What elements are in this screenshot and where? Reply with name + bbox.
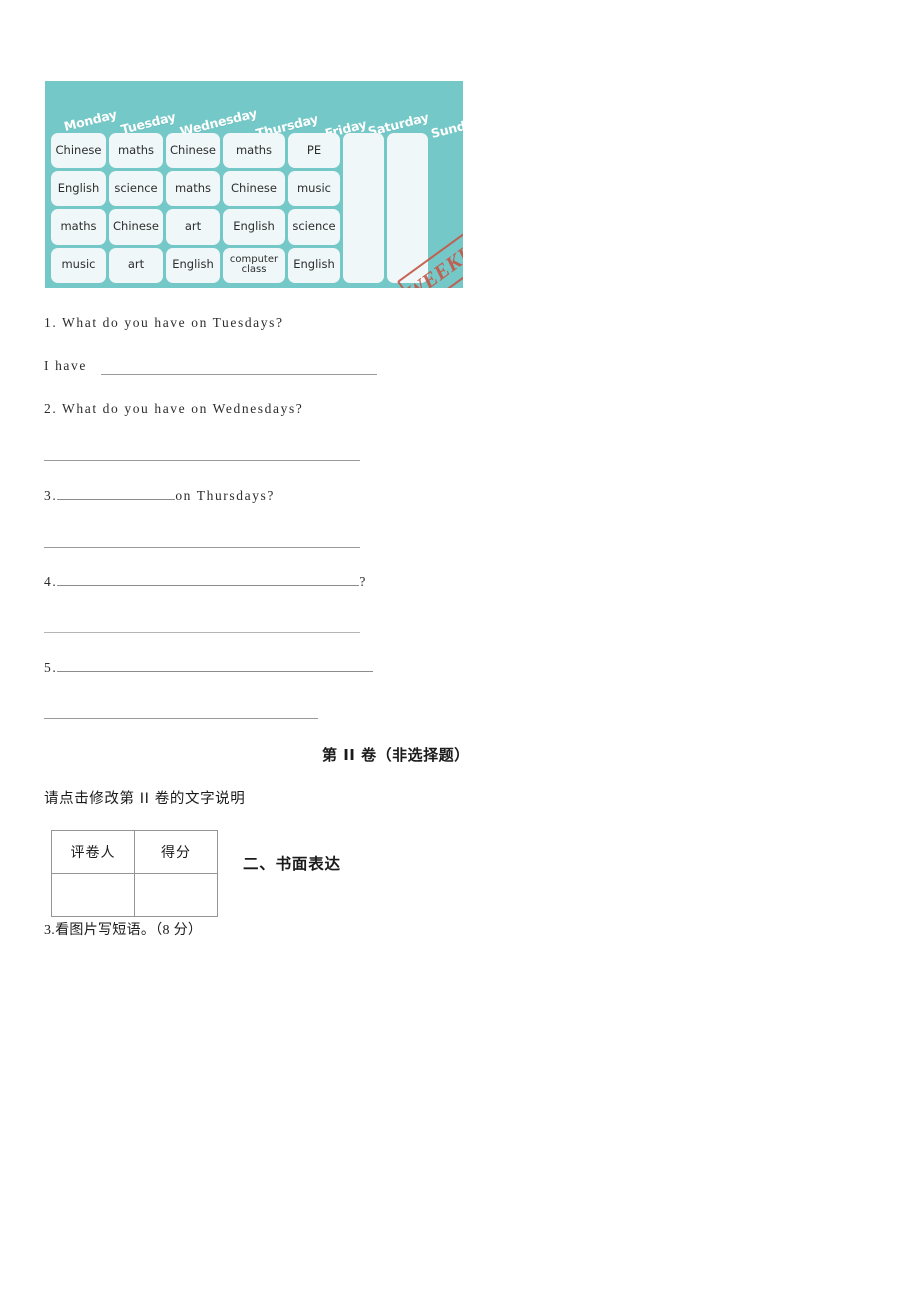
answer-line-3[interactable] bbox=[44, 547, 360, 548]
answer-line-1[interactable] bbox=[101, 374, 377, 375]
question-1-text: 1. What do you have on Tuesdays? bbox=[44, 315, 284, 330]
timetable-cell: science bbox=[109, 171, 163, 207]
table-row: 评卷人 得分 bbox=[51, 830, 218, 874]
table-row bbox=[51, 873, 218, 917]
timetable-column-wednesday: Chinese maths art English bbox=[166, 133, 220, 283]
question-4-number: 4. bbox=[44, 574, 58, 589]
timetable-cell: music bbox=[288, 171, 340, 207]
timetable-column-friday: PE music science English bbox=[288, 133, 340, 283]
timetable-cell: Chinese bbox=[166, 133, 220, 169]
final-prompt-text: 3.看图片写短语。（8 分） bbox=[44, 923, 203, 938]
timetable-cell: maths bbox=[223, 133, 285, 169]
timetable-cell: English bbox=[288, 247, 340, 283]
grading-table: 评卷人 得分 bbox=[51, 830, 218, 917]
question-5-number: 5. bbox=[44, 660, 58, 675]
timetable-cell: English bbox=[166, 247, 220, 283]
question-3-blank[interactable] bbox=[57, 499, 176, 500]
question-2-text: 2. What do you have on Wednesdays? bbox=[44, 401, 304, 416]
day-label-monday: Monday bbox=[62, 106, 119, 134]
timetable-cell: Chinese bbox=[109, 209, 163, 245]
timetable-column-saturday bbox=[343, 133, 384, 283]
question-5-text: 5. bbox=[44, 660, 374, 676]
timetable-column-tuesday: maths science Chinese art bbox=[109, 133, 163, 283]
question-3-text: 3. on Thursdays? bbox=[44, 488, 275, 504]
section-title-written-expression: 二、书面表达 bbox=[243, 855, 341, 873]
grading-value-reviewer[interactable] bbox=[51, 873, 135, 917]
timetable-cell: computer class bbox=[223, 247, 285, 283]
question-1-answer-prefix: I have bbox=[44, 358, 87, 373]
timetable-cell: PE bbox=[288, 133, 340, 169]
answer-line-5[interactable] bbox=[44, 718, 318, 719]
timetable-cell-empty bbox=[343, 133, 384, 283]
timetable-cell: maths bbox=[166, 171, 220, 207]
timetable-cell: science bbox=[288, 209, 340, 245]
timetable-column-monday: Chinese English maths music bbox=[51, 133, 106, 283]
grading-header-reviewer: 评卷人 bbox=[51, 830, 135, 874]
timetable-cell: art bbox=[166, 209, 220, 245]
grading-header-score: 得分 bbox=[134, 830, 218, 874]
question-4-text: 4.? bbox=[44, 574, 367, 590]
question-4-tail: ? bbox=[359, 574, 367, 589]
timetable-cell: maths bbox=[51, 209, 106, 245]
timetable-cell: maths bbox=[109, 133, 163, 169]
timetable-cell: art bbox=[109, 247, 163, 283]
answer-line-2[interactable] bbox=[44, 460, 360, 461]
timetable-column-thursday: maths Chinese English computer class bbox=[223, 133, 285, 283]
grading-value-score[interactable] bbox=[134, 873, 218, 917]
answer-line-4[interactable] bbox=[44, 632, 360, 633]
question-4-blank[interactable] bbox=[57, 585, 360, 586]
timetable-cell: English bbox=[223, 209, 285, 245]
timetable-image: Monday Tuesday Wednesday Thursday Friday… bbox=[45, 81, 463, 288]
timetable-cell: English bbox=[51, 171, 106, 207]
part-two-note[interactable]: 请点击修改第 II 卷的文字说明 bbox=[44, 787, 245, 808]
timetable-column-sunday bbox=[387, 133, 428, 283]
timetable-cell: Chinese bbox=[223, 171, 285, 207]
timetable-grid: Chinese English maths music maths scienc… bbox=[51, 133, 457, 283]
timetable-cell-empty bbox=[387, 133, 428, 283]
question-3-tail: on Thursdays? bbox=[175, 488, 275, 503]
question-5-blank[interactable] bbox=[57, 671, 374, 672]
question-3-number: 3. bbox=[44, 488, 58, 503]
part-two-heading: 第 II 卷（非选择题） bbox=[322, 746, 470, 764]
timetable-cell: music bbox=[51, 247, 106, 283]
timetable-cell: Chinese bbox=[51, 133, 106, 169]
timetable-day-header: Monday Tuesday Wednesday Thursday Friday… bbox=[45, 81, 463, 141]
